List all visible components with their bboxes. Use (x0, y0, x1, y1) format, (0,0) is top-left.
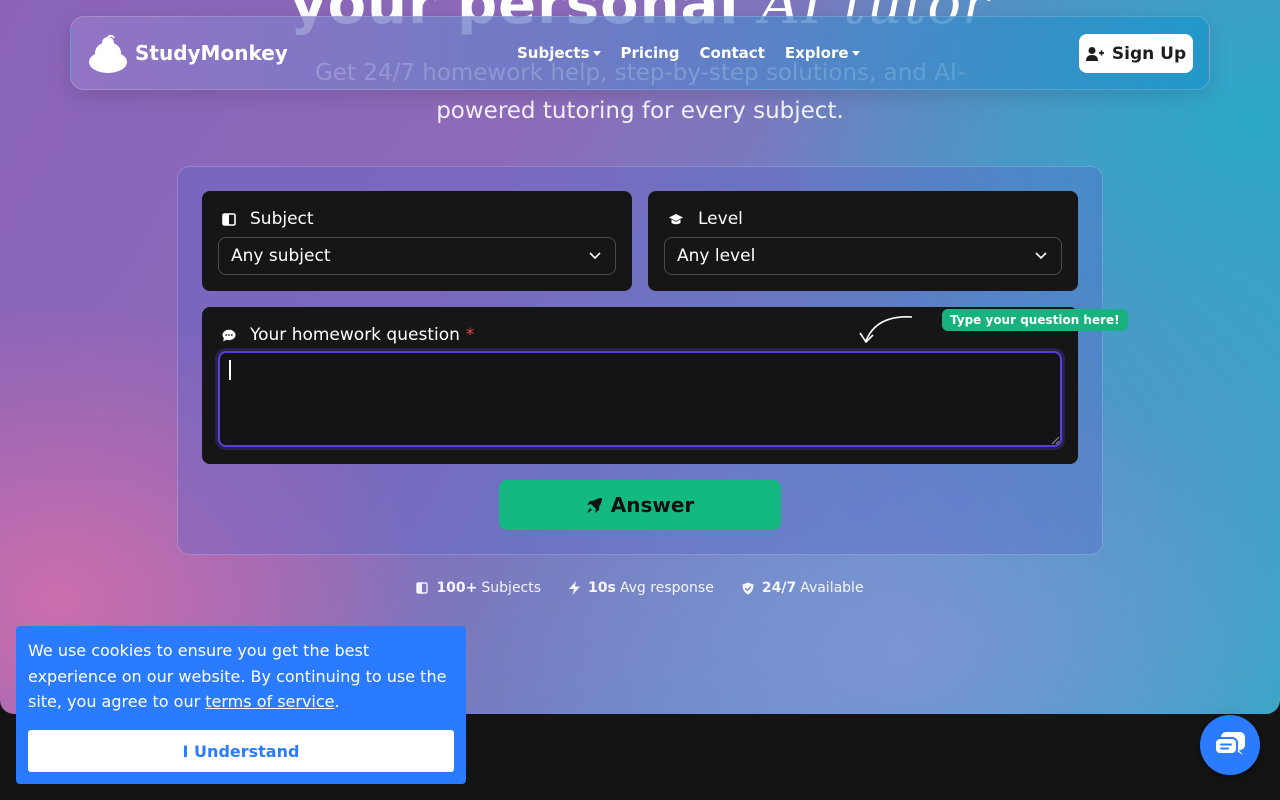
subject-select[interactable]: Any subject (218, 237, 616, 275)
level-select[interactable]: Any level (664, 237, 1062, 275)
stat-response-label: Avg response (619, 580, 714, 596)
question-label: Your homework question (250, 325, 460, 345)
shield-check-icon (742, 582, 754, 594)
chevron-down-icon (592, 50, 601, 56)
level-field: Level Any level (648, 191, 1078, 291)
terms-of-service-link[interactable]: terms of service (205, 692, 334, 711)
book-icon (222, 212, 236, 226)
chat-widget-button[interactable] (1200, 715, 1260, 775)
stat-subjects-value: 100+ (436, 580, 478, 596)
nav-subjects[interactable]: Subjects (517, 44, 601, 62)
hero-section: your personal AI tutor Get 24/7 homework… (0, 0, 1280, 714)
question-hint-badge: Type your question here! (942, 309, 1128, 331)
cookie-accept-button[interactable]: I Understand (28, 730, 454, 772)
user-plus-icon (1085, 46, 1104, 61)
curved-arrow-icon (859, 316, 913, 344)
stat-available: 24/7 Available (742, 580, 864, 596)
brand-name[interactable]: StudyMonkey (135, 41, 288, 65)
sign-up-label: Sign Up (1111, 43, 1187, 64)
chevron-down-icon (589, 252, 601, 260)
nav-pricing-label: Pricing (620, 44, 680, 62)
level-select-value: Any level (677, 246, 756, 266)
stat-available-label: Available (800, 580, 864, 596)
chat-bubble-icon (222, 329, 236, 341)
rocket-icon (586, 497, 602, 513)
level-label: Level (698, 209, 743, 229)
question-field: Your homework question * Type your quest… (202, 307, 1128, 464)
chat-icon (1214, 732, 1245, 755)
navbar: StudyMonkey Subjects Pricing Contact Exp… (70, 16, 1210, 90)
level-label-row: Level (668, 209, 743, 229)
chevron-down-icon (1035, 252, 1047, 260)
sign-up-button[interactable]: Sign Up (1079, 34, 1193, 73)
answer-label: Answer (610, 493, 695, 517)
subject-select-value: Any subject (231, 246, 331, 266)
nav-pricing[interactable]: Pricing (621, 44, 680, 62)
nav-contact-label: Contact (699, 44, 765, 62)
question-textarea[interactable] (218, 351, 1062, 447)
cookie-message: We use cookies to ensure you get the bes… (28, 638, 456, 715)
chevron-down-icon (851, 50, 860, 56)
graduation-cap-icon (669, 213, 683, 224)
cookie-text-end: . (334, 692, 340, 711)
stat-available-value: 24/7 (761, 580, 797, 596)
stat-subjects-label: Subjects (481, 580, 542, 596)
bolt-icon (569, 581, 581, 595)
nav-links: Subjects Pricing Contact Explore (517, 44, 880, 62)
nav-explore-label: Explore (784, 44, 849, 62)
nav-explore[interactable]: Explore (785, 44, 860, 62)
monkey-logo-icon[interactable] (87, 35, 129, 73)
stat-subjects: 100+ Subjects (416, 580, 541, 596)
subject-label-row: Subject (222, 209, 314, 229)
subject-field: Subject Any subject (202, 191, 632, 291)
stat-response-value: 10s (588, 580, 616, 596)
stat-response: 10s Avg response (569, 580, 714, 596)
nav-subjects-label: Subjects (517, 44, 590, 62)
nav-contact[interactable]: Contact (700, 44, 765, 62)
answer-button[interactable]: Answer (499, 480, 781, 530)
required-marker: * (465, 325, 475, 345)
subject-label: Subject (250, 209, 314, 229)
question-label-row: Your homework question * (222, 325, 474, 345)
cookie-banner: We use cookies to ensure you get the bes… (16, 626, 466, 784)
book-icon (416, 582, 429, 594)
stats-row: 100+ Subjects 10s Avg response 24/7 Avai… (0, 580, 1280, 596)
